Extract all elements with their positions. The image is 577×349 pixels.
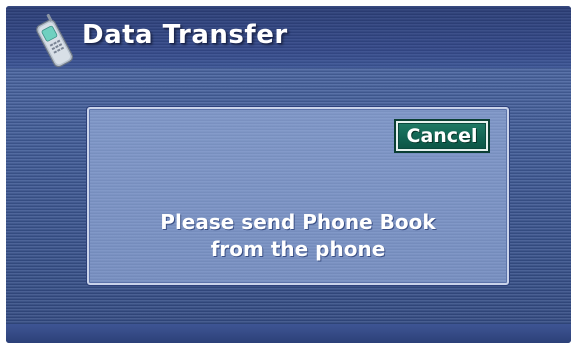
cancel-button[interactable]: Cancel — [396, 121, 488, 151]
mobile-phone-icon — [36, 13, 74, 68]
navigation-screen: Data Transfer Cancel Please send Phone B… — [6, 6, 571, 343]
title-bar: Data Transfer — [6, 6, 571, 68]
bottom-bar — [6, 324, 571, 343]
page-title: Data Transfer — [82, 20, 288, 50]
status-message: Please send Phone Book from the phone — [89, 209, 507, 263]
message-line-2: from the phone — [210, 237, 386, 261]
message-line-1: Please send Phone Book — [160, 210, 436, 234]
transfer-dialog: Cancel Please send Phone Book from the p… — [87, 107, 509, 285]
